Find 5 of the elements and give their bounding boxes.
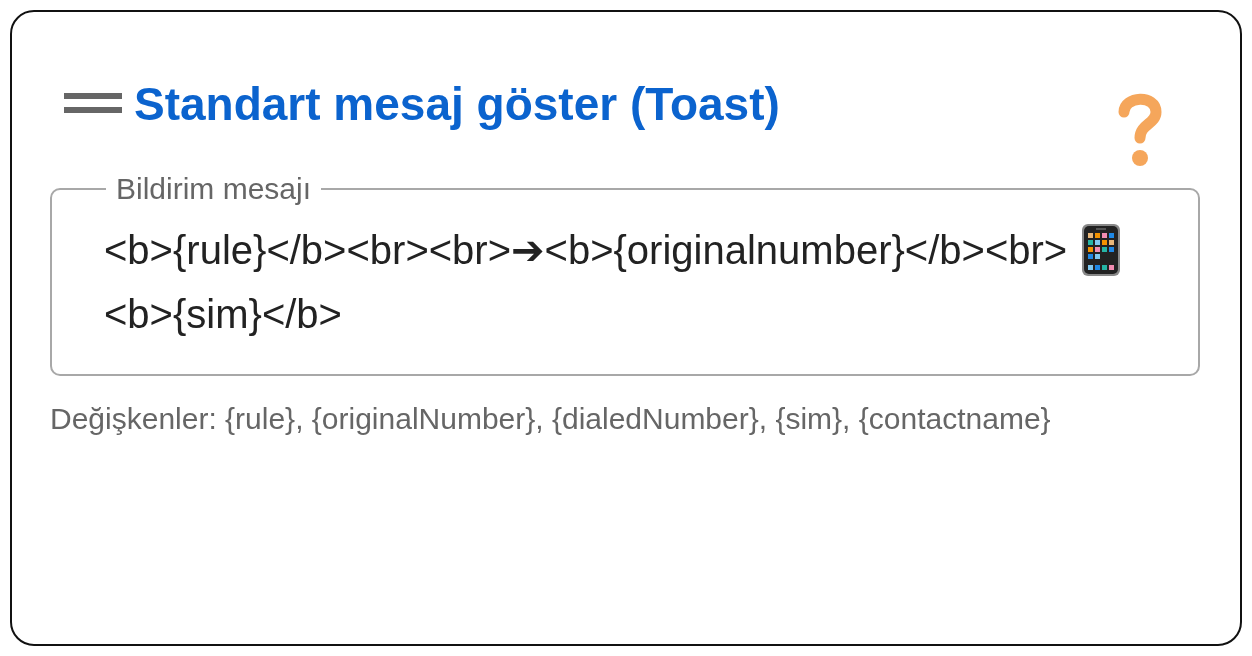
phone-icon (1081, 223, 1122, 277)
card-title: Standart mesaj göster (Toast) (134, 77, 780, 131)
field-label: Bildirim mesajı (115, 172, 313, 206)
drag-handle-icon[interactable] (64, 93, 122, 115)
helper-text: Değişkenler: {rule}, {originalNumber}, {dialedNumber}, {sim}, {contactname} (50, 401, 1052, 437)
